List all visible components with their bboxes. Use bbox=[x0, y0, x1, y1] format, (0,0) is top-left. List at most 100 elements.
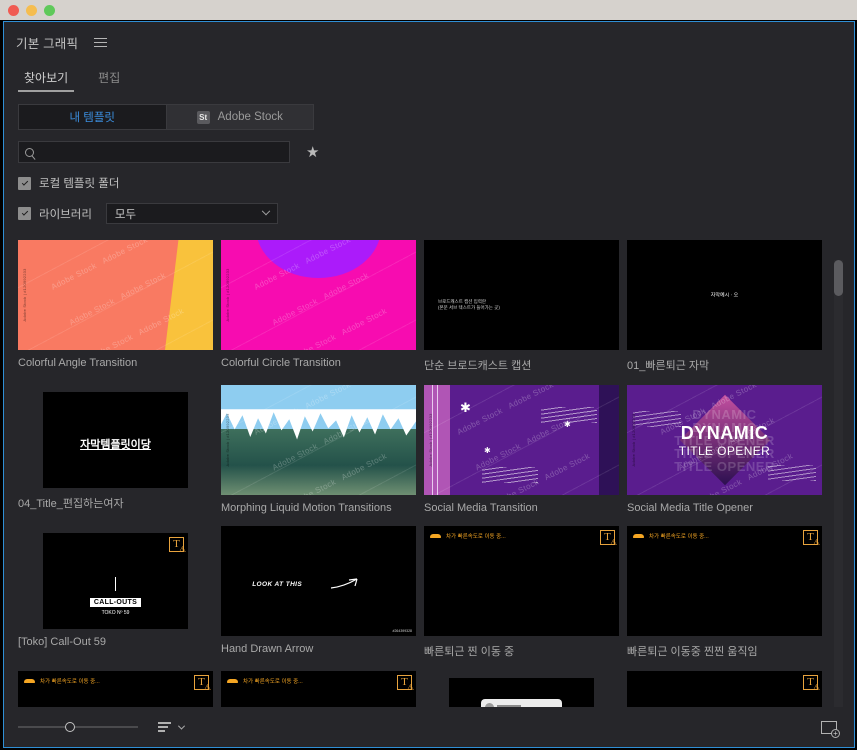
template-cell: 차가 빠른속도로 이동 중... T 빠른퇴근 찐 이동 중 bbox=[424, 526, 619, 659]
template-grid-scrollbar[interactable] bbox=[834, 260, 843, 732]
template-thumbnail[interactable]: DYNAMIC DYNAMIC TITLE OPENER TITLE OPENER TI… bbox=[627, 385, 822, 495]
template-thumbnail[interactable]: 차가 빠른속도로 이동 중... T bbox=[424, 526, 619, 636]
template-caption: Morphing Liquid Motion Transitions bbox=[221, 502, 392, 514]
art-liquid-transition bbox=[221, 385, 416, 495]
template-caption: Hand Drawn Arrow bbox=[221, 643, 314, 655]
essential-graphics-panel: 기본 그래픽 찾아보기 편집 내 템플릿 St Adobe Stock ★ 로컬… bbox=[3, 21, 855, 748]
art-subtitle-title: 자막템플릿이당 bbox=[80, 439, 151, 452]
car-icon bbox=[430, 534, 441, 538]
template-cell: Adobe Stock Adobe Stock Adobe Stock Adob… bbox=[221, 385, 416, 514]
art-subtitle-text: 자막예시 · 오 bbox=[710, 292, 739, 299]
source-toggle: 내 템플릿 St Adobe Stock bbox=[18, 104, 314, 130]
missing-font-warning-icon: T bbox=[600, 530, 617, 547]
panel-header: 기본 그래픽 bbox=[4, 22, 854, 62]
template-thumbnail[interactable]: 자막템플릿이당 bbox=[43, 392, 188, 488]
chevron-down-icon bbox=[261, 206, 271, 215]
template-caption: 01_빠른퇴근 자막 bbox=[627, 360, 710, 372]
library-select[interactable]: 모두 bbox=[105, 203, 278, 224]
template-thumbnail[interactable]: Adobe Stock Adobe Stock Adobe Stock Adob… bbox=[221, 240, 416, 350]
art-hand-arrow-icon bbox=[331, 577, 358, 589]
slider-knob[interactable] bbox=[65, 722, 75, 732]
template-cell: LOOK AT THIS #264399328 Hand Drawn Arrow bbox=[221, 526, 416, 659]
template-grid: Adobe Stock Adobe Stock Adobe Stock Adob… bbox=[18, 240, 828, 730]
art-car-caption: 차가 빠른속도로 이동 중... bbox=[430, 532, 506, 540]
search-row: ★ bbox=[18, 141, 840, 163]
library-select-value: 모두 bbox=[114, 208, 137, 221]
missing-font-warning-icon: T bbox=[169, 537, 186, 554]
segment-adobe-stock[interactable]: St Adobe Stock bbox=[166, 104, 314, 130]
template-thumbnail[interactable]: 차가 빠른속도로 이동 중... T bbox=[627, 526, 822, 636]
library-label: 라이브러리 bbox=[39, 208, 92, 221]
art-hand-text: LOOK AT THIS bbox=[252, 581, 303, 588]
template-cell: ✱ ✱ ✱ Adobe Stock Adobe Stock Adobe Stock A… bbox=[424, 385, 619, 514]
template-thumbnail[interactable]: ✱ ✱ ✱ Adobe Stock Adobe Stock Adobe Stock A… bbox=[424, 385, 619, 495]
car-icon bbox=[633, 534, 644, 538]
sort-button[interactable] bbox=[158, 722, 186, 732]
art-circle-transition bbox=[221, 240, 416, 350]
local-folder-label: 로컬 템플릿 폴더 bbox=[39, 178, 120, 190]
library-checkbox[interactable] bbox=[18, 207, 31, 220]
stock-credit-strip: Adobe Stock | #120992233 bbox=[631, 413, 636, 467]
stock-credit-strip: Adobe Stock | #120992233 bbox=[428, 413, 433, 467]
zoom-window-button[interactable] bbox=[44, 4, 55, 16]
thumbnail-size-slider[interactable] bbox=[18, 721, 138, 733]
missing-font-warning-icon: T bbox=[194, 675, 211, 692]
template-grid-scroll-area[interactable]: Adobe Stock Adobe Stock Adobe Stock Adob… bbox=[18, 240, 828, 730]
tab-edit[interactable]: 편집 bbox=[92, 69, 126, 92]
search-input[interactable] bbox=[40, 146, 283, 158]
template-thumbnail[interactable]: CALL-OUTS TOKO Nº 59 T bbox=[43, 533, 188, 629]
segment-my-templates-label: 내 템플릿 bbox=[69, 112, 115, 124]
art-broadcast-caption: 브로드캐스트 캡션 입력란 (본문 서브 텍스트가 들어가는 곳) bbox=[438, 299, 500, 311]
art-car-caption: 차가 빠른속도로 이동 중... bbox=[227, 677, 303, 685]
segment-adobe-stock-label: Adobe Stock bbox=[217, 111, 283, 123]
template-caption: 단순 브로드캐스트 캡션 bbox=[424, 360, 532, 372]
panel-menu-icon[interactable] bbox=[94, 37, 108, 47]
art-angle-transition bbox=[18, 240, 213, 350]
template-caption: Social Media Transition bbox=[424, 502, 538, 514]
panel-title: 기본 그래픽 bbox=[16, 36, 79, 51]
search-box[interactable] bbox=[18, 141, 290, 163]
segment-my-templates[interactable]: 내 템플릿 bbox=[18, 104, 167, 130]
art-car-caption: 차가 빠른속도로 이동 중... bbox=[633, 532, 709, 540]
stock-credit-strip: Adobe Stock | #120992233 bbox=[22, 268, 27, 322]
filter-local-folder-row: 로컬 템플릿 폴더 bbox=[18, 175, 840, 191]
template-thumbnail[interactable]: LOOK AT THIS #264399328 bbox=[221, 526, 416, 636]
scrollbar-thumb[interactable] bbox=[834, 260, 843, 296]
minimize-window-button[interactable] bbox=[26, 4, 37, 16]
art-title-opener: DYNAMIC DYNAMIC TITLE OPENER TITLE OPENER TI… bbox=[627, 385, 822, 495]
template-thumbnail[interactable]: 브로드캐스트 캡션 입력란 (본문 서브 텍스트가 들어가는 곳) bbox=[424, 240, 619, 350]
favorites-star-icon[interactable]: ★ bbox=[306, 145, 319, 160]
adobe-stock-icon: St bbox=[196, 110, 210, 124]
car-icon bbox=[24, 679, 35, 683]
art-car-caption: 차가 빠른속도로 이동 중... bbox=[24, 677, 100, 685]
template-cell: Adobe Stock Adobe Stock Adobe Stock Adob… bbox=[221, 240, 416, 373]
missing-font-warning-icon: T bbox=[803, 675, 820, 692]
template-cell: 자막예시 · 오 01_빠른퇴근 자막 bbox=[627, 240, 822, 373]
template-cell: CALL-OUTSTOKO Nº 59 T [Toko] Call-Out 59 bbox=[18, 526, 213, 659]
car-icon bbox=[227, 679, 238, 683]
template-caption: Colorful Angle Transition bbox=[18, 357, 138, 369]
template-thumbnail[interactable]: 자막예시 · 오 bbox=[627, 240, 822, 350]
close-window-button[interactable] bbox=[8, 4, 19, 16]
template-caption: Social Media Title Opener bbox=[627, 502, 753, 514]
template-caption: 빠른퇴근 찐 이동 중 bbox=[424, 646, 515, 658]
template-cell: 차가 빠른속도로 이동 중... T 빠른퇴근 이동중 찐찐 움직임 bbox=[627, 526, 822, 659]
search-icon bbox=[25, 147, 34, 157]
template-cell: 브로드캐스트 캡션 입력란 (본문 서브 텍스트가 들어가는 곳) 단순 브로드캐… bbox=[424, 240, 619, 373]
stock-credit-strip: Adobe Stock | #120992233 bbox=[225, 413, 230, 467]
template-thumbnail[interactable]: Adobe Stock Adobe Stock Adobe Stock Adob… bbox=[18, 240, 213, 350]
art-stock-id: #264399328 bbox=[392, 629, 412, 633]
slider-track bbox=[18, 726, 138, 728]
filter-library-row: 라이브러리 모두 bbox=[18, 203, 840, 224]
chevron-down-icon bbox=[177, 722, 186, 730]
local-folder-checkbox[interactable] bbox=[18, 176, 31, 190]
panel-tabs: 찾아보기 편집 bbox=[4, 62, 854, 92]
template-thumbnail[interactable]: Adobe Stock Adobe Stock Adobe Stock Adob… bbox=[221, 385, 416, 495]
new-template-button[interactable]: + bbox=[821, 721, 840, 738]
plus-icon: + bbox=[831, 729, 840, 738]
template-caption: 04_Title_편집하는여자 bbox=[18, 498, 124, 510]
window-titlebar bbox=[0, 0, 857, 20]
tab-browse[interactable]: 찾아보기 bbox=[18, 69, 75, 92]
template-cell: DYNAMIC DYNAMIC TITLE OPENER TITLE OPENER TI… bbox=[627, 385, 822, 514]
template-cell: Adobe Stock Adobe Stock Adobe Stock Adob… bbox=[18, 240, 213, 373]
